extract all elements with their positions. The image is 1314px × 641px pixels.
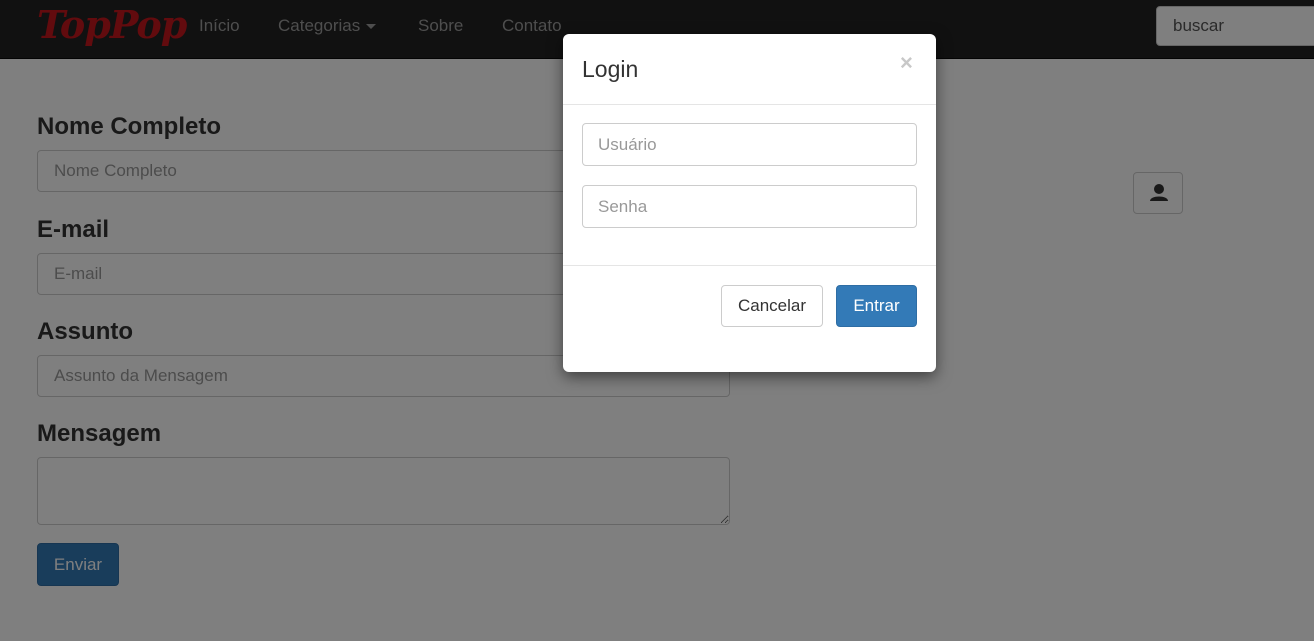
password-input[interactable] <box>582 185 917 228</box>
login-submit-button[interactable]: Entrar <box>836 285 917 327</box>
modal-header-divider <box>563 104 936 105</box>
cancel-button[interactable]: Cancelar <box>721 285 823 327</box>
modal-footer-divider <box>563 265 936 266</box>
modal-title: Login <box>582 56 639 82</box>
login-modal: Login × Cancelar Entrar <box>563 34 936 372</box>
username-input[interactable] <box>582 123 917 166</box>
close-icon[interactable]: × <box>900 50 913 76</box>
